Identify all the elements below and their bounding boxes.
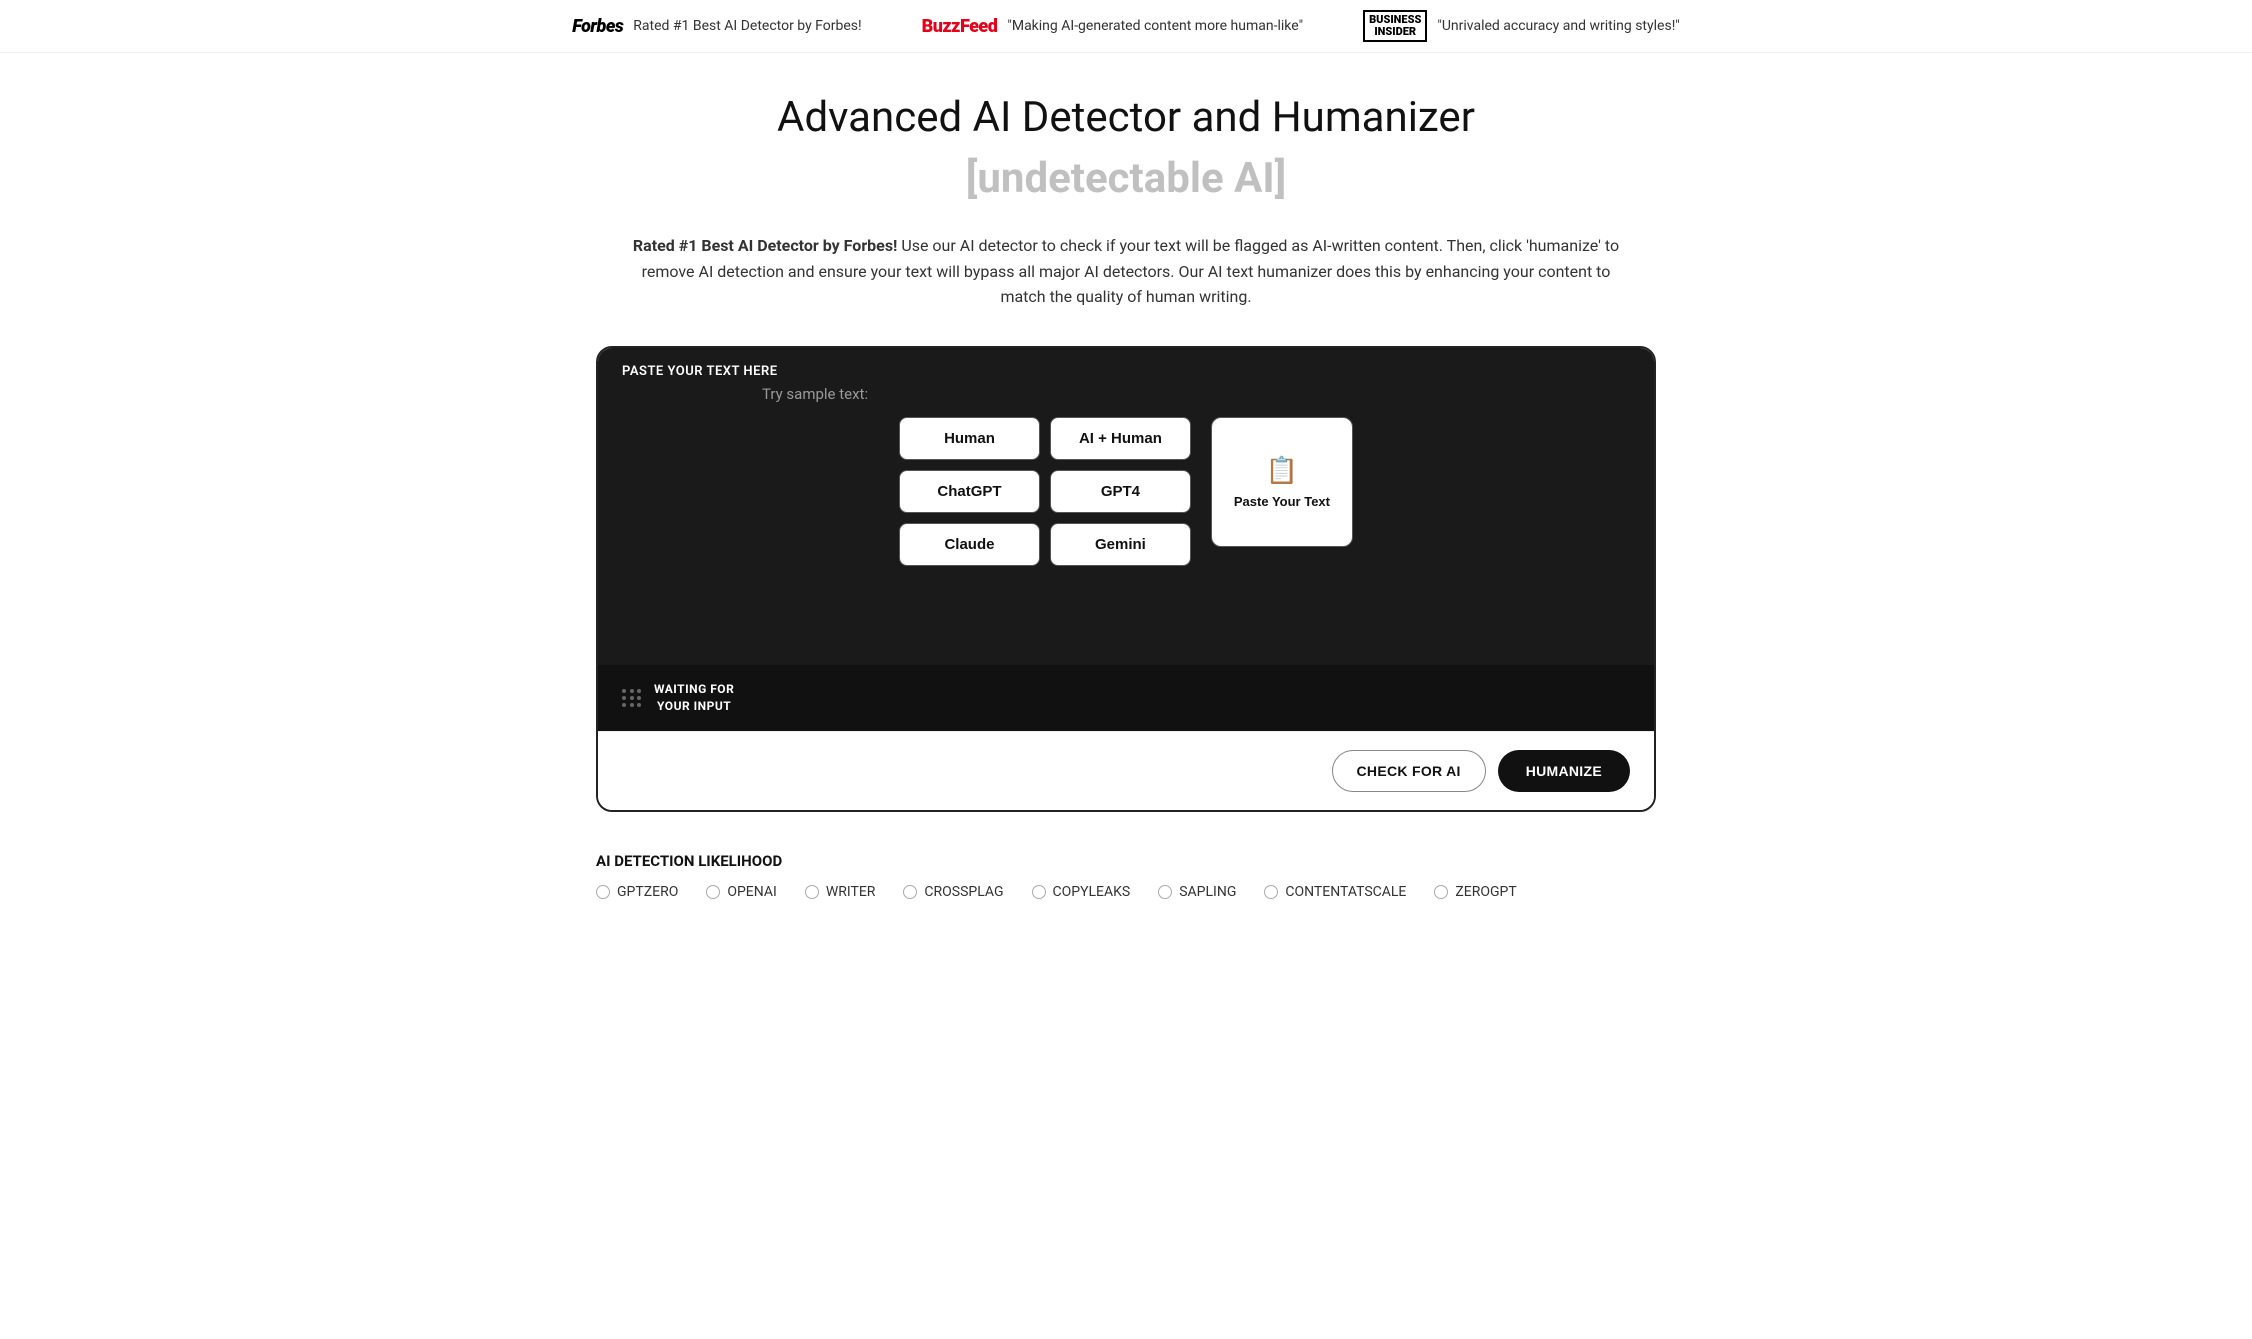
paste-your-text-button[interactable]: 📋 Paste Your Text — [1211, 417, 1353, 547]
toolbox-middle: Try sample text: Human AI + Human ChatGP… — [598, 385, 1654, 665]
sample-buttons-area: Human AI + Human ChatGPT GPT4 Claude Gem… — [899, 417, 1353, 566]
detection-item-crossplag[interactable]: CROSSPLAG — [903, 884, 1003, 900]
business-insider-item: BUSINESS INSIDER "Unrivaled accuracy and… — [1363, 10, 1680, 42]
buzzfeed-item: BuzzFeed "Making AI-generated content mo… — [922, 16, 1303, 37]
subtitle: [undetectable AI] — [596, 154, 1656, 203]
detector-label-contentatscale: CONTENTATSCALE — [1285, 884, 1406, 900]
dot — [637, 703, 641, 707]
radio-contentatscale[interactable] — [1264, 885, 1278, 899]
toolbox-top: PASTE YOUR TEXT HERE — [598, 348, 1654, 385]
radio-gptzero[interactable] — [596, 885, 610, 899]
detector-label-crossplag: CROSSPLAG — [924, 884, 1003, 900]
dot — [637, 689, 641, 693]
forbes-item: Forbes Rated #1 Best AI Detector by Forb… — [572, 16, 861, 37]
detection-item-zerogpt[interactable]: ZEROGPT — [1434, 884, 1516, 900]
detection-item-contentatscale[interactable]: CONTENTATSCALE — [1264, 884, 1406, 900]
description-bold: Rated #1 Best AI Detector by Forbes! — [633, 236, 898, 255]
sample-text-label: Try sample text: — [762, 385, 868, 403]
radio-crossplag[interactable] — [903, 885, 917, 899]
business-insider-logo: BUSINESS INSIDER — [1363, 10, 1427, 42]
dot — [630, 689, 634, 693]
humanize-button[interactable]: HUMANIZE — [1498, 750, 1630, 792]
sample-btn-gpt4[interactable]: GPT4 — [1050, 470, 1191, 513]
detector-label-zerogpt: ZEROGPT — [1455, 884, 1516, 900]
dot — [622, 696, 626, 700]
business-insider-text: "Unrivaled accuracy and writing styles!" — [1437, 18, 1679, 34]
radio-openai[interactable] — [706, 885, 720, 899]
buzzfeed-logo: BuzzFeed — [922, 16, 998, 37]
radio-zerogpt[interactable] — [1434, 885, 1448, 899]
detection-item-writer[interactable]: WRITER — [805, 884, 876, 900]
detection-item-openai[interactable]: OPENAI — [706, 884, 776, 900]
clipboard-icon: 📋 — [1266, 455, 1298, 486]
radio-copyleaks[interactable] — [1032, 885, 1046, 899]
radio-writer[interactable] — [805, 885, 819, 899]
dot — [622, 689, 626, 693]
status-bar: WAITING FORYOUR INPUT — [598, 665, 1654, 731]
dot — [630, 696, 634, 700]
forbes-text: Rated #1 Best AI Detector by Forbes! — [633, 18, 861, 34]
detection-item-copyleaks[interactable]: COPYLEAKS — [1032, 884, 1131, 900]
dot — [622, 703, 626, 707]
sample-btn-ai-human[interactable]: AI + Human — [1050, 417, 1191, 460]
main-content: Advanced AI Detector and Humanizer [unde… — [576, 53, 1676, 929]
detection-section: AI DETECTION LIKELIHOOD GPTZERO OPENAI W… — [596, 842, 1656, 910]
page-title: Advanced AI Detector and Humanizer — [596, 93, 1656, 142]
detector-label-writer: WRITER — [826, 884, 876, 900]
detector-label-sapling: SAPLING — [1179, 884, 1236, 900]
forbes-logo: Forbes — [572, 16, 623, 37]
toolbox-bottom: CHECK FOR AI HUMANIZE — [598, 731, 1654, 810]
sample-grid: Human AI + Human ChatGPT GPT4 Claude Gem… — [899, 417, 1191, 566]
detection-item-sapling[interactable]: SAPLING — [1158, 884, 1236, 900]
sample-btn-claude[interactable]: Claude — [899, 523, 1040, 566]
description: Rated #1 Best AI Detector by Forbes! Use… — [626, 233, 1626, 310]
sample-btn-chatgpt[interactable]: ChatGPT — [899, 470, 1040, 513]
top-bar: Forbes Rated #1 Best AI Detector by Forb… — [0, 0, 2252, 53]
detector-label-copyleaks: COPYLEAKS — [1053, 884, 1131, 900]
status-text: WAITING FORYOUR INPUT — [654, 681, 734, 715]
detection-title: AI DETECTION LIKELIHOOD — [596, 852, 1656, 870]
paste-btn-label: Paste Your Text — [1234, 494, 1330, 509]
detection-item-gptzero[interactable]: GPTZERO — [596, 884, 678, 900]
sample-btn-gemini[interactable]: Gemini — [1050, 523, 1191, 566]
radio-sapling[interactable] — [1158, 885, 1172, 899]
tool-box: PASTE YOUR TEXT HERE Try sample text: Hu… — [596, 346, 1656, 812]
dots-icon — [622, 689, 642, 707]
dot — [637, 696, 641, 700]
detector-label-openai: OPENAI — [727, 884, 776, 900]
check-for-ai-button[interactable]: CHECK FOR AI — [1332, 750, 1486, 792]
paste-label: PASTE YOUR TEXT HERE — [622, 364, 1630, 379]
buzzfeed-text: "Making AI-generated content more human-… — [1007, 18, 1303, 34]
detector-label-gptzero: GPTZERO — [617, 884, 678, 900]
detection-items: GPTZERO OPENAI WRITER CROSSPLAG COPYLEAK… — [596, 884, 1656, 900]
dot — [630, 703, 634, 707]
sample-btn-human[interactable]: Human — [899, 417, 1040, 460]
